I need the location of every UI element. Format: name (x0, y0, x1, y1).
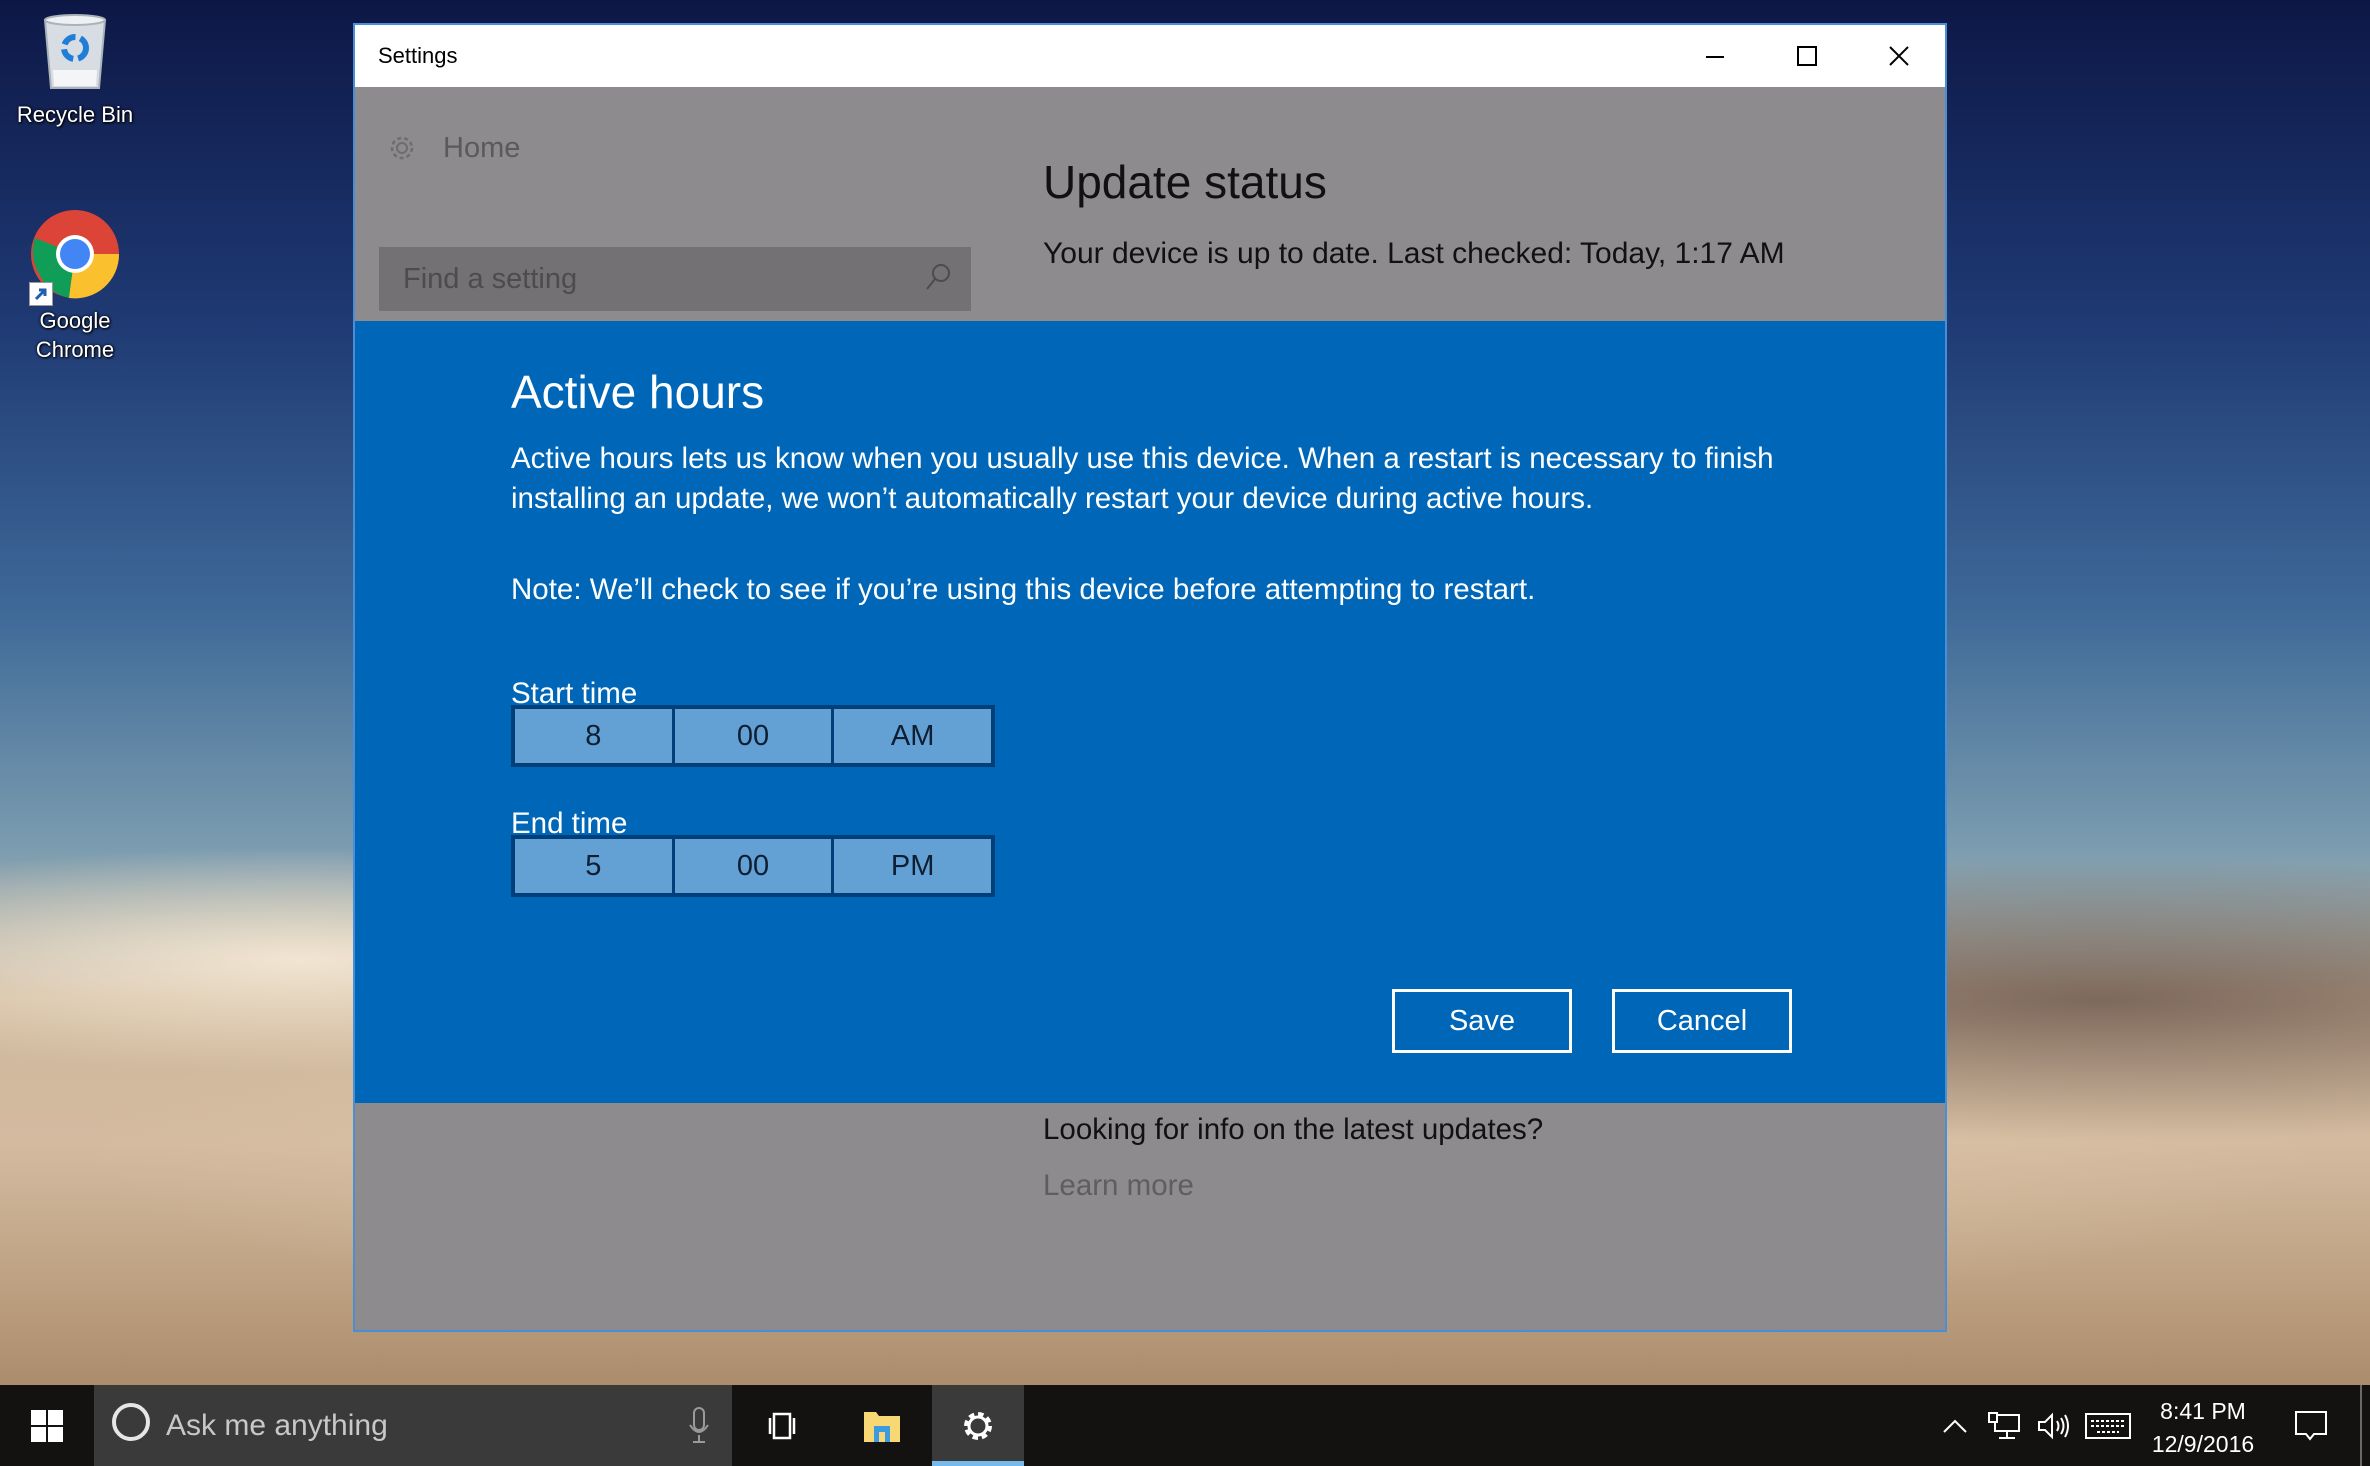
cancel-button[interactable]: Cancel (1612, 989, 1792, 1053)
clock-time: 8:41 PM (2160, 1398, 2246, 1424)
active-hours-dialog: Active hours Active hours lets us know w… (355, 321, 1945, 1103)
maximize-button[interactable] (1761, 25, 1853, 87)
cortana-icon (112, 1403, 150, 1441)
taskbar: Ask me anything 8:41 PM 12/9/2016 (0, 1385, 2370, 1466)
show-desktop-button[interactable] (2360, 1385, 2370, 1466)
active-hours-description: Active hours lets us know when you usual… (511, 442, 1774, 515)
minimize-button[interactable] (1669, 25, 1761, 87)
keyboard-icon (2085, 1412, 2131, 1439)
end-period[interactable]: PM (834, 839, 992, 893)
start-period[interactable]: AM (834, 709, 992, 763)
gear-icon (964, 1411, 992, 1440)
title-bar[interactable]: Settings (355, 25, 1945, 87)
end-time-picker[interactable]: 5 00 PM (511, 835, 995, 897)
update-status-text: Your device is up to date. Last checked:… (1043, 237, 1785, 270)
shortcut-arrow-icon (29, 282, 53, 306)
desktop-icon-label: Recycle Bin (16, 102, 134, 127)
active-hours-title: Active hours (511, 366, 765, 418)
gear-icon (390, 136, 414, 160)
cortana-search-box[interactable]: Ask me anything (94, 1385, 732, 1466)
action-center-button[interactable] (2288, 1385, 2334, 1466)
touch-keyboard-button[interactable] (2083, 1385, 2133, 1466)
save-button[interactable]: Save (1392, 989, 1572, 1053)
desktop-icon-label: Google Chrome (35, 308, 115, 362)
file-explorer-icon (864, 1411, 900, 1442)
home-label: Home (443, 131, 521, 164)
learn-more-link[interactable]: Learn more (1043, 1169, 1194, 1203)
search-placeholder: Find a setting (403, 263, 578, 295)
settings-lower-area: Looking for info on the latest updates? … (355, 1103, 1945, 1330)
settings-taskbar-button[interactable] (932, 1385, 1024, 1466)
volume-button[interactable] (2032, 1385, 2074, 1466)
window-title: Settings (378, 43, 458, 68)
start-time-picker[interactable]: 8 00 AM (511, 705, 995, 767)
desktop-icon-recycle-bin[interactable]: Recycle Bin (5, 12, 145, 129)
update-status-heading: Update status (1043, 156, 1327, 208)
volume-icon (2038, 1412, 2069, 1439)
windows-logo-icon (31, 1409, 63, 1442)
start-minute[interactable]: 00 (674, 709, 832, 763)
chevron-up-icon (1943, 1419, 1967, 1433)
settings-upper-area: Home Find a setting Update status Your d… (355, 87, 1945, 321)
chrome-icon (29, 208, 121, 306)
start-hour[interactable]: 8 (515, 709, 672, 763)
latest-updates-question: Looking for info on the latest updates? (1043, 1113, 1544, 1146)
notification-icon (2295, 1410, 2327, 1441)
find-setting-search-box[interactable]: Find a setting (379, 247, 971, 311)
search-icon[interactable] (923, 261, 953, 295)
settings-window: Settings Home Find a setting Update stat… (353, 23, 1947, 1332)
desktop-icon-google-chrome[interactable]: Google Chrome (5, 208, 145, 364)
task-view-icon (768, 1412, 796, 1439)
active-hours-note: Note: We’ll check to see if you’re using… (511, 573, 1536, 606)
taskbar-clock[interactable]: 8:41 PM 12/9/2016 (2138, 1395, 2268, 1461)
minimize-icon (1706, 56, 1724, 58)
end-hour[interactable]: 5 (515, 839, 672, 893)
home-nav-item[interactable]: Home (385, 131, 520, 165)
recycle-bin-icon (39, 12, 111, 92)
show-hidden-icons-button[interactable] (1940, 1385, 1970, 1466)
cortana-placeholder: Ask me anything (166, 1409, 388, 1442)
close-button[interactable] (1853, 25, 1945, 87)
microphone-icon[interactable] (688, 1405, 710, 1445)
task-view-button[interactable] (736, 1385, 828, 1466)
maximize-icon (1797, 46, 1817, 66)
end-minute[interactable]: 00 (674, 839, 832, 893)
network-button[interactable] (1984, 1385, 2024, 1466)
start-button[interactable] (0, 1385, 94, 1466)
file-explorer-button[interactable] (836, 1385, 928, 1466)
network-icon (1988, 1411, 2020, 1439)
clock-date: 12/9/2016 (2151, 1431, 2255, 1457)
close-icon (1889, 46, 1909, 66)
